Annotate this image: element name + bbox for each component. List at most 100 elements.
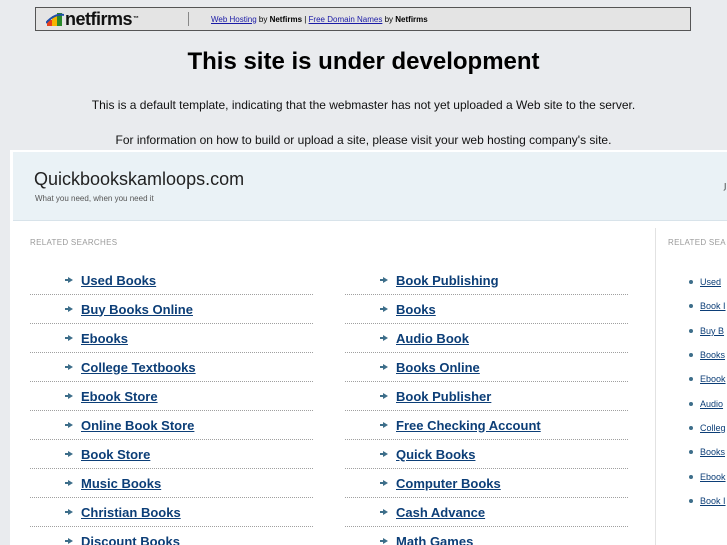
related-search-link[interactable]: Book Publisher [396,389,491,404]
related-search-item[interactable]: Book Publisher [345,382,628,411]
arrow-right-icon [65,364,73,370]
netfirms-logo[interactable]: netfirms ™ [45,9,176,29]
side-related-link[interactable]: Colleg [700,423,726,433]
info-paragraph-default-template: This is a default template, indicating t… [91,98,636,112]
bullet-icon [689,450,693,455]
netfirms-brand: Netfirms [395,14,428,24]
bullet-icon [689,280,693,285]
netfirms-brand: Netfirms [269,14,303,24]
arrow-right-icon [380,277,388,283]
arrow-right-icon [65,480,73,486]
related-search-link[interactable]: Ebook Store [81,389,158,404]
info-paragraph-hosting: For information on how to build or uploa… [115,133,612,147]
side-related-item[interactable]: Buy B [689,319,726,343]
related-search-link[interactable]: Math Games [396,534,473,545]
related-search-item[interactable]: Computer Books [345,469,628,498]
arrow-right-icon [380,422,388,428]
related-search-item[interactable]: Ebook Store [30,382,313,411]
related-search-item[interactable]: Ebooks [30,324,313,353]
related-search-link[interactable]: Book Store [81,447,150,462]
related-search-link[interactable]: Books Online [396,360,480,375]
related-search-link[interactable]: Quick Books [396,447,475,462]
related-search-item[interactable]: Book Store [30,440,313,469]
related-search-link[interactable]: Ebooks [81,331,128,346]
side-related-links: Used Book I Buy B Books Ebook Audio Colleg Book… [689,270,726,513]
related-search-link[interactable]: Book Publishing [396,273,499,288]
netfirms-links: Web Hosting by Netfirms | Free Domain Na… [211,15,428,24]
related-search-item[interactable]: Cash Advance [345,498,628,527]
related-search-item[interactable]: Math Games [345,527,628,545]
related-search-link[interactable]: Online Book Store [81,418,194,433]
related-search-item[interactable]: Books Online [345,353,628,382]
related-search-item[interactable]: Used Books [30,266,313,295]
related-search-item[interactable]: Christian Books [30,498,313,527]
related-search-link[interactable]: Cash Advance [396,505,485,520]
page-headline: This site is under development [187,48,540,75]
related-search-link[interactable]: College Textbooks [81,360,196,375]
related-search-item[interactable]: Quick Books [345,440,628,469]
side-related-link[interactable]: Book I [700,496,726,506]
arrow-right-icon [380,306,388,312]
side-related-item[interactable]: Audio [689,391,726,415]
side-related-item[interactable]: Colleg [689,416,726,440]
netfirms-bar: netfirms ™ Web Hosting by Netfirms | Fre… [35,7,691,31]
side-related-link[interactable]: Audio [700,399,723,409]
arrow-right-icon [65,509,73,515]
side-related-link[interactable]: Books [700,350,725,360]
by-text: by [256,14,270,24]
related-search-item[interactable]: Discount Books [30,527,313,545]
site-tagline: What you need, when you need it [35,194,154,203]
arrow-right-icon [65,538,73,544]
bullet-icon [689,377,693,382]
arrow-right-icon [380,538,388,544]
arrow-right-icon [380,451,388,457]
related-search-item[interactable]: Online Book Store [30,411,313,440]
parked-domain-panel: Quickbookskamloops.com What you need, wh… [10,150,727,545]
related-search-item[interactable]: Free Checking Account [345,411,628,440]
side-related-item[interactable]: Ebook [689,464,726,488]
related-search-link[interactable]: Books [396,302,436,317]
side-related-item[interactable]: Book I [689,489,726,513]
arrow-right-icon [380,364,388,370]
bullet-icon [689,498,693,503]
netfirms-logo-icon [45,11,65,27]
related-search-link[interactable]: Computer Books [396,476,501,491]
side-related-link[interactable]: Buy B [700,326,724,336]
related-search-link[interactable]: Buy Books Online [81,302,193,317]
related-search-link[interactable]: Music Books [81,476,161,491]
related-search-item[interactable]: Audio Book [345,324,628,353]
related-search-link[interactable]: Used Books [81,273,156,288]
arrow-right-icon [380,393,388,399]
related-search-link[interactable]: Free Checking Account [396,418,541,433]
related-search-item[interactable]: Buy Books Online [30,295,313,324]
side-related-item[interactable]: Ebook [689,367,726,391]
bullet-icon [689,328,693,333]
side-related-link[interactable]: Book I [700,301,726,311]
side-related-link[interactable]: Books [700,447,725,457]
side-related-link[interactable]: Ebook [700,472,726,482]
side-related-searches-label: RELATED SEA [668,238,726,247]
related-search-item[interactable]: Music Books [30,469,313,498]
netfirms-logo-text: netfirms [65,9,133,29]
side-related-item[interactable]: Books [689,440,726,464]
related-searches-label: RELATED SEARCHES [30,238,118,247]
parked-header: Quickbookskamloops.com What you need, wh… [13,152,727,221]
side-related-item[interactable]: Used [689,270,726,294]
web-hosting-link[interactable]: Web Hosting [211,15,257,24]
related-search-item[interactable]: Books [345,295,628,324]
column-divider [655,228,656,545]
bullet-icon [689,304,693,309]
free-domain-names-link[interactable]: Free Domain Names [309,15,383,24]
by-text: by [382,14,396,24]
side-related-link[interactable]: Ebook [700,374,726,384]
side-related-link[interactable]: Used [700,277,721,287]
arrow-right-icon [65,335,73,341]
side-related-item[interactable]: Books [689,343,726,367]
site-title: Quickbookskamloops.com [34,169,245,189]
related-search-link[interactable]: Christian Books [81,505,181,520]
related-search-link[interactable]: Discount Books [81,534,180,545]
related-search-link[interactable]: Audio Book [396,331,469,346]
side-related-item[interactable]: Book I [689,294,726,318]
related-search-item[interactable]: College Textbooks [30,353,313,382]
related-search-item[interactable]: Book Publishing [345,266,628,295]
